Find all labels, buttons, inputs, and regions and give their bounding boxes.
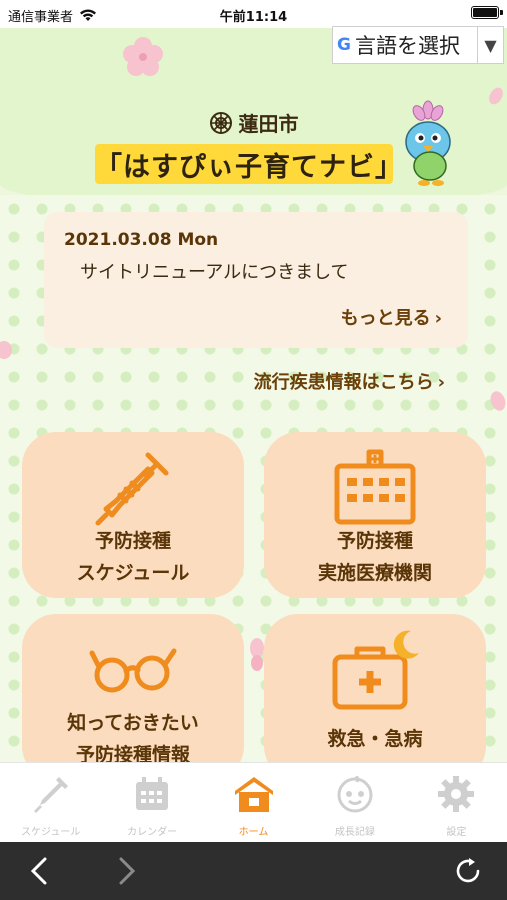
- syringe-icon: [28, 771, 74, 817]
- status-bar: 通信事業者 午前11:14: [0, 0, 507, 28]
- tile-label-line1: 救急・急病: [327, 728, 423, 750]
- first-aid-night-icon: [264, 620, 486, 720]
- tab-calendar[interactable]: カレンダー: [101, 763, 202, 842]
- mascot-bird-icon: [405, 100, 451, 186]
- tile-label-line2: 実施医療機関: [317, 562, 432, 584]
- back-button[interactable]: [22, 854, 56, 888]
- battery-icon: [471, 6, 503, 19]
- sakura-petal-icon: [123, 37, 163, 76]
- tab-schedule[interactable]: スケジュール: [0, 763, 101, 842]
- tab-label: ホーム: [238, 827, 269, 838]
- tile-label-line1: 知っておきたい: [67, 712, 199, 734]
- sakura-petal-icon: [0, 341, 12, 359]
- chevron-right-icon: [119, 857, 136, 885]
- language-select[interactable]: G 言語を選択 ▼: [332, 26, 504, 64]
- tab-label: カレンダー: [127, 827, 178, 838]
- browser-toolbar: [0, 842, 507, 900]
- forward-button[interactable]: [110, 854, 144, 888]
- news-headline[interactable]: サイトリニューアルにつきまして: [80, 258, 349, 284]
- city-emblem-icon: [209, 111, 232, 134]
- sakura-petal-icon: [490, 391, 506, 411]
- google-g-icon: G: [337, 35, 351, 55]
- tab-label: スケジュール: [21, 827, 81, 838]
- app-title: 「はすぴぃ子育てナビ」: [95, 144, 402, 184]
- tab-label: 設定: [446, 827, 467, 838]
- tile-emergency-care[interactable]: 救急・急病: [264, 614, 486, 780]
- glasses-icon: [22, 620, 244, 720]
- tab-bar: スケジュール カレンダー ホーム 成長記録 設定: [0, 762, 507, 842]
- dropdown-arrow-icon[interactable]: ▼: [477, 27, 503, 63]
- gear-icon: [433, 771, 479, 817]
- home-icon: [231, 771, 277, 817]
- disease-info-label: 流行疾患情報はこちら: [253, 372, 434, 393]
- more-news-label: もっと見る: [340, 308, 431, 329]
- tab-settings[interactable]: 設定: [406, 763, 507, 842]
- tile-label-line2: スケジュール: [76, 562, 190, 584]
- tile-vaccination-schedule[interactable]: 予防接種 スケジュール: [22, 432, 244, 598]
- news-card[interactable]: 2021.03.08 Mon サイトリニューアルにつきまして もっと見る ›: [44, 212, 468, 348]
- language-select-label: 言語を選択: [354, 34, 460, 58]
- more-news-link[interactable]: もっと見る ›: [341, 304, 442, 330]
- syringe-icon: [22, 438, 244, 538]
- chevron-right-icon: ›: [434, 308, 442, 329]
- sakura-petal-icon: [489, 87, 503, 105]
- calendar-icon: [129, 771, 175, 817]
- tile-medical-institutions[interactable]: 予防接種 実施医療機関: [264, 432, 486, 598]
- chevron-left-icon: [30, 857, 47, 885]
- status-time: 午前11:14: [219, 10, 288, 25]
- news-date: 2021.03.08 Mon: [64, 230, 219, 250]
- tile-label-line1: 予防接種: [336, 530, 413, 552]
- tab-label: 成長記録: [334, 827, 375, 838]
- city-name: 蓮田市: [238, 112, 299, 136]
- hospital-building-icon: [264, 438, 486, 538]
- disease-info-link[interactable]: 流行疾患情報はこちら ›: [254, 368, 445, 394]
- chevron-right-icon: ›: [437, 372, 445, 393]
- tile-label-line1: 予防接種: [94, 530, 171, 552]
- tile-vaccination-info[interactable]: 知っておきたい 予防接種情報: [22, 614, 244, 780]
- tab-home[interactable]: ホーム: [203, 763, 304, 842]
- reload-button[interactable]: [452, 854, 486, 888]
- baby-face-icon: [332, 771, 378, 817]
- tab-growth-record[interactable]: 成長記録: [304, 763, 405, 842]
- reload-icon: [456, 858, 480, 883]
